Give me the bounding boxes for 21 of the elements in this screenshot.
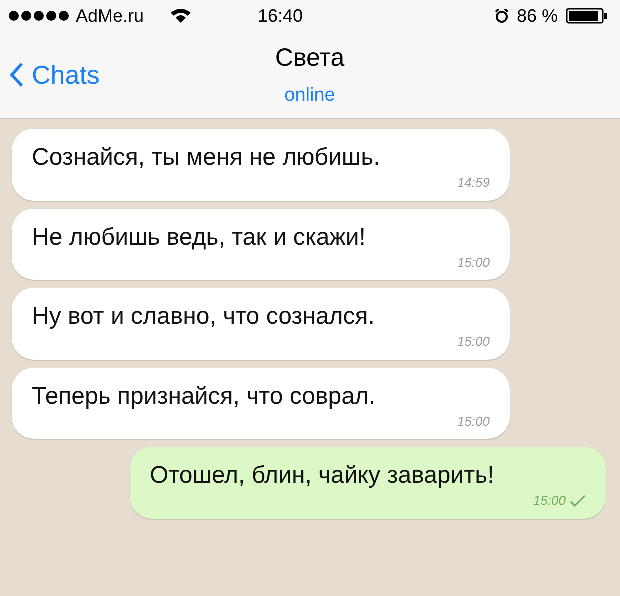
back-button[interactable]: Chats (10, 56, 210, 94)
clock-time: 16:40 (258, 4, 304, 28)
alarm-clock-icon (494, 9, 509, 23)
message-text: Отошел, блин, чайку заварить! (150, 461, 496, 491)
message-text: Ну вот и славно, что сознался. (32, 302, 376, 332)
message-time: 15:00 (533, 492, 566, 510)
wifi-icon (170, 8, 192, 24)
battery-percentage: 86 % (516, 4, 558, 28)
contact-status: online (284, 84, 336, 108)
message-time: 15:00 (457, 254, 490, 272)
message-text: Теперь признайся, что соврал. (32, 382, 377, 412)
message-time: 15:00 (457, 412, 490, 430)
message-time: 14:59 (457, 174, 490, 192)
message-text: Не любишь ведь, так и скажи! (32, 222, 367, 252)
battery-icon (566, 8, 608, 24)
contact-name: Света (275, 43, 345, 74)
chevron-left-icon (10, 62, 24, 88)
signal-strength-icon (8, 10, 70, 22)
message-time: 15:00 (457, 333, 490, 351)
message-text: Сознайся, ты меня не любишь. (32, 143, 382, 173)
carrier-name: AdMe.ru (76, 4, 144, 28)
